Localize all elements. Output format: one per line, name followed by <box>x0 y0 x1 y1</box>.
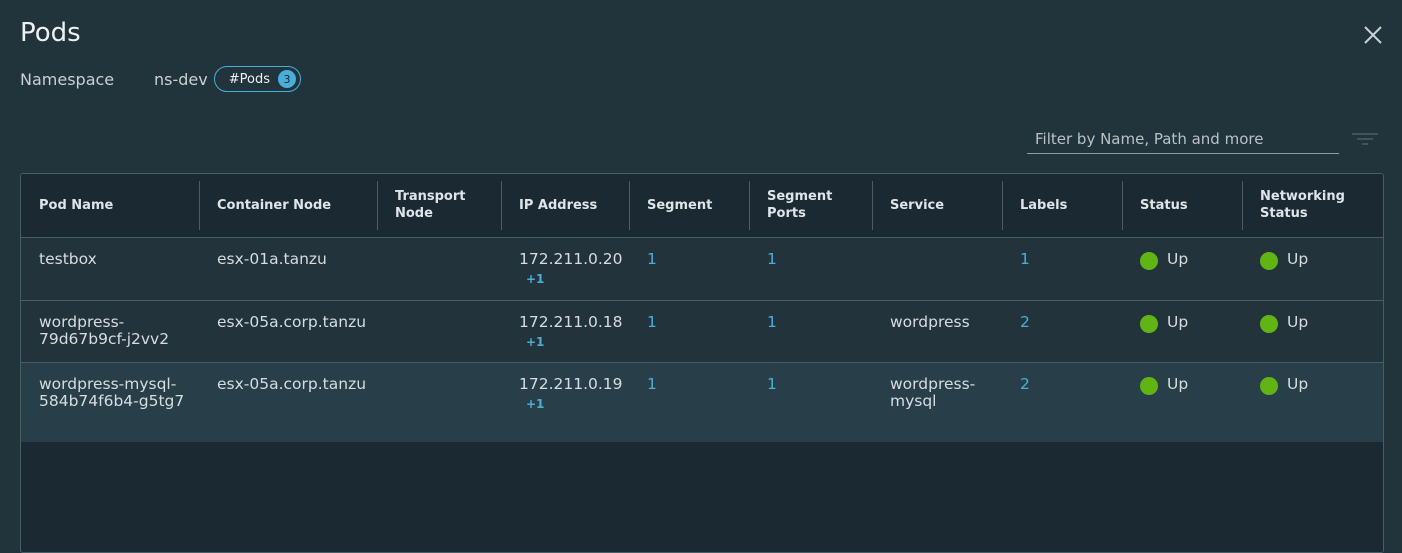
segment-cell: 1 <box>629 237 749 300</box>
pods-datagrid: Pod Name Container Node Transport Node I… <box>20 173 1384 553</box>
labels-cell: 2 <box>1002 362 1122 442</box>
status-cell: Up <box>1122 237 1242 300</box>
col-pod-name[interactable]: Pod Name <box>21 174 199 237</box>
segment-cell: 1 <box>629 362 749 442</box>
filter-input[interactable] <box>1027 126 1339 152</box>
pod-name-cell: testbox <box>39 249 97 268</box>
col-networking-status[interactable]: Networking Status <box>1242 174 1383 237</box>
namespace-label: Namespace <box>20 69 115 89</box>
segment-ports-link[interactable]: 1 <box>767 313 777 331</box>
col-transport-node[interactable]: Transport Node <box>377 174 501 237</box>
labels-link[interactable]: 2 <box>1020 375 1030 393</box>
ip-more-link[interactable]: +1 <box>526 334 623 351</box>
table-header-row: Pod Name Container Node Transport Node I… <box>21 174 1383 237</box>
status-up-icon <box>1260 376 1278 395</box>
networking-status-cell: Up <box>1242 300 1383 362</box>
pods-table: Pod Name Container Node Transport Node I… <box>21 174 1383 442</box>
segment-link[interactable]: 1 <box>647 313 657 331</box>
pods-badge-count: 3 <box>277 70 296 88</box>
labels-link[interactable]: 2 <box>1020 313 1030 331</box>
table-row[interactable]: wordpress-79d67b9cf-j2vv2 esx-05a.corp.t… <box>21 300 1383 362</box>
ip-address-value: 172.211.0.18 <box>519 312 623 331</box>
filter-field <box>1027 126 1339 154</box>
segment-ports-link[interactable]: 1 <box>767 250 777 268</box>
pods-count-badge[interactable]: #Pods 3 <box>213 66 301 92</box>
networking-status-text: Up <box>1287 374 1309 393</box>
table-row[interactable]: testbox esx-01a.tanzu 172.211.0.20 +1 1 … <box>21 237 1383 300</box>
status-cell: Up <box>1122 362 1242 442</box>
segment-ports-cell: 1 <box>749 300 872 362</box>
pod-name-cell: wordpress-79d67b9cf-j2vv2 <box>39 312 170 348</box>
status-text: Up <box>1167 312 1189 331</box>
col-ip-address[interactable]: IP Address <box>501 174 629 237</box>
pod-name-cell: wordpress-mysql-584b74f6b4-g5tg7 <box>39 374 185 410</box>
col-service[interactable]: Service <box>872 174 1002 237</box>
status-text: Up <box>1167 249 1189 268</box>
transport-node-cell <box>377 237 501 300</box>
segment-link[interactable]: 1 <box>647 375 657 393</box>
col-segment[interactable]: Segment <box>629 174 749 237</box>
table-row[interactable]: wordpress-mysql-584b74f6b4-g5tg7 esx-05a… <box>21 362 1383 442</box>
ip-address-value: 172.211.0.19 <box>519 374 623 393</box>
status-up-icon <box>1260 251 1278 270</box>
networking-status-text: Up <box>1287 249 1309 268</box>
close-icon <box>1364 26 1382 44</box>
networking-status-text: Up <box>1287 312 1309 331</box>
status-text: Up <box>1167 374 1189 393</box>
container-node-cell: esx-05a.corp.tanzu <box>217 374 367 393</box>
service-cell <box>872 237 1002 300</box>
container-node-cell: esx-01a.tanzu <box>217 249 327 268</box>
segment-ports-cell: 1 <box>749 362 872 442</box>
status-up-icon <box>1140 251 1158 270</box>
ip-more-link[interactable]: +1 <box>526 396 623 413</box>
namespace-value: ns-dev <box>154 69 208 89</box>
transport-node-cell <box>377 362 501 442</box>
networking-status-cell: Up <box>1242 362 1383 442</box>
labels-link[interactable]: 1 <box>1020 250 1030 268</box>
segment-ports-link[interactable]: 1 <box>767 375 777 393</box>
ip-address-cell: 172.211.0.18 +1 <box>501 300 629 362</box>
networking-status-cell: Up <box>1242 237 1383 300</box>
ip-address-value: 172.211.0.20 <box>519 249 623 268</box>
ip-address-cell: 172.211.0.19 +1 <box>501 362 629 442</box>
col-segment-ports[interactable]: Segment Ports <box>749 174 872 237</box>
transport-node-cell <box>377 300 501 362</box>
service-cell: wordpress <box>890 312 970 331</box>
segment-cell: 1 <box>629 300 749 362</box>
ip-more-link[interactable]: +1 <box>526 271 623 288</box>
page-title: Pods <box>20 18 81 48</box>
status-up-icon <box>1260 314 1278 333</box>
labels-cell: 1 <box>1002 237 1122 300</box>
segment-ports-cell: 1 <box>749 237 872 300</box>
status-cell: Up <box>1122 300 1242 362</box>
pods-badge-label: #Pods <box>228 71 270 87</box>
status-up-icon <box>1140 314 1158 333</box>
container-node-cell: esx-05a.corp.tanzu <box>217 312 367 331</box>
col-labels[interactable]: Labels <box>1002 174 1122 237</box>
labels-cell: 2 <box>1002 300 1122 362</box>
service-cell: wordpress-mysql <box>890 374 976 410</box>
segment-link[interactable]: 1 <box>647 250 657 268</box>
col-container-node[interactable]: Container Node <box>199 174 377 237</box>
col-status[interactable]: Status <box>1122 174 1242 237</box>
status-up-icon <box>1140 376 1158 395</box>
namespace-row: Namespace ns-dev #Pods 3 <box>20 66 301 92</box>
filter-icon[interactable] <box>1351 131 1379 145</box>
ip-address-cell: 172.211.0.20 +1 <box>501 237 629 300</box>
close-button[interactable] <box>1362 24 1384 46</box>
